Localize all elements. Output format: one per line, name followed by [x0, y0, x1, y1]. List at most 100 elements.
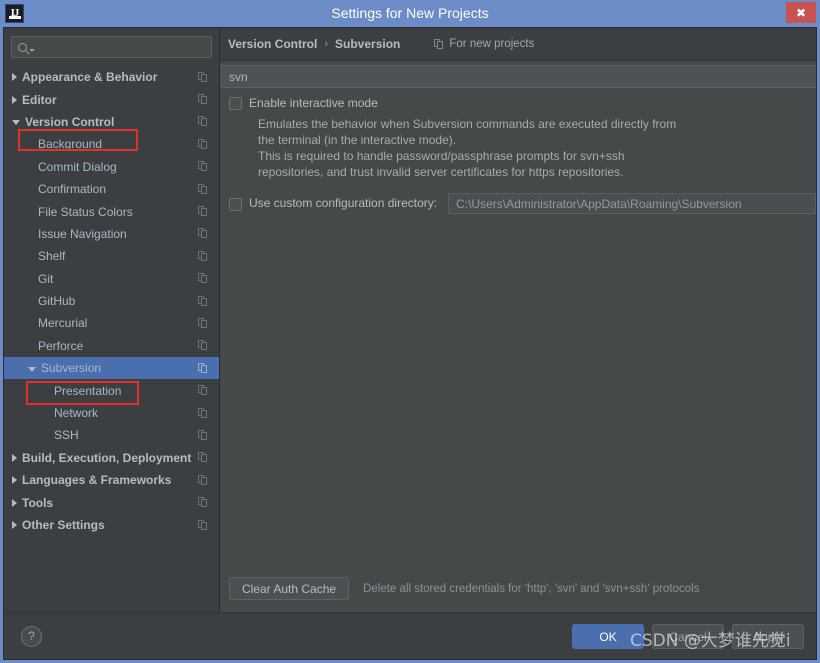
sidebar-item-git[interactable]: Git	[4, 268, 219, 290]
clear-auth-cache-description: Delete all stored credentials for 'http'…	[363, 582, 700, 595]
copy-settings-icon[interactable]	[198, 295, 208, 307]
copy-settings-icon[interactable]	[198, 250, 208, 262]
sidebar-item-mercurial[interactable]: Mercurial	[4, 312, 219, 334]
description-line: Emulates the behavior when Subversion co…	[258, 117, 677, 131]
chevron-down-icon[interactable]	[28, 366, 36, 372]
search-box[interactable]	[11, 36, 212, 58]
sidebar-item-label: Version Control	[25, 114, 115, 129]
copy-settings-icon[interactable]	[198, 183, 208, 195]
description-line: This is required to handle password/pass…	[258, 149, 625, 163]
sidebar-item-label: Background	[38, 137, 103, 152]
dialog-body: Appearance & Behavior Editor Version Contr…	[3, 27, 817, 660]
sidebar-item-subversion[interactable]: Subversion	[4, 357, 219, 380]
copy-settings-icon[interactable]	[198, 497, 208, 508]
dialog-button-group: OK Cancel Apply	[572, 624, 804, 649]
copy-settings-icon[interactable]	[198, 385, 208, 396]
custom-config-dir-input[interactable]: C:\Users\Administrator\AppData\Roaming\S…	[448, 193, 816, 214]
close-button[interactable]: ✖	[786, 2, 816, 23]
interactive-mode-description: Emulates the behavior when Subversion co…	[258, 116, 816, 180]
sidebar-item-label: Appearance & Behavior	[22, 70, 158, 85]
breadcrumb: Version Control › Subversion For new pro…	[220, 28, 816, 60]
sidebar-item-build-execution-deployment[interactable]: Build, Execution, Deployment	[4, 447, 219, 469]
chevron-right-icon[interactable]	[12, 476, 17, 485]
sidebar-item-appearance-behavior[interactable]: Appearance & Behavior	[4, 66, 219, 88]
copy-settings-icon[interactable]	[198, 474, 208, 486]
chevron-down-icon[interactable]	[12, 120, 20, 126]
copy-settings-icon[interactable]	[198, 407, 208, 419]
chevron-right-icon[interactable]	[12, 453, 17, 462]
sidebar-item-label: Tools	[22, 495, 54, 510]
settings-form: Enable interactive mode Emulates the beh…	[220, 88, 816, 214]
copy-settings-icon[interactable]	[198, 340, 208, 351]
copy-settings-icon[interactable]	[198, 429, 208, 441]
sidebar-item-editor[interactable]: Editor	[4, 88, 219, 110]
breadcrumb-parent[interactable]: Version Control	[228, 37, 317, 51]
chevron-right-icon[interactable]	[12, 95, 17, 104]
chevron-right-icon[interactable]	[12, 73, 17, 82]
sidebar-item-tools[interactable]: Tools	[4, 491, 219, 513]
sidebar-item-confirmation[interactable]: Confirmation	[4, 178, 219, 200]
copy-settings-icon[interactable]	[198, 94, 208, 105]
sidebar-item-other-settings[interactable]: Other Settings	[4, 514, 219, 536]
copy-settings-icon[interactable]	[198, 452, 208, 463]
sidebar-item-label: Editor	[22, 92, 57, 107]
copy-settings-icon[interactable]	[198, 362, 208, 374]
breadcrumb-separator-icon: ›	[324, 38, 329, 50]
sidebar-item-label: GitHub	[38, 294, 76, 309]
help-button[interactable]: ?	[21, 625, 42, 647]
title-bar: IJ Settings for New Projects ✖	[0, 0, 820, 27]
sidebar-item-background[interactable]: Background	[4, 133, 219, 155]
for-new-projects-scope[interactable]: For new projects	[434, 38, 534, 50]
search-icon	[18, 42, 27, 52]
settings-detail-panel: Version Control › Subversion For new pro…	[220, 28, 816, 612]
sidebar-item-label: Git	[38, 271, 54, 286]
copy-settings-icon[interactable]	[198, 273, 208, 284]
sidebar-item-label: Confirmation	[38, 182, 107, 197]
sidebar-item-commit-dialog[interactable]: Commit Dialog	[4, 156, 219, 178]
enable-interactive-mode-checkbox[interactable]	[229, 97, 242, 110]
chevron-right-icon[interactable]	[12, 521, 17, 529]
copy-settings-icon[interactable]	[198, 519, 208, 531]
ok-button[interactable]: OK	[572, 624, 644, 649]
description-line: the terminal (in the interactive mode).	[258, 133, 457, 147]
sidebar-item-shelf[interactable]: Shelf	[4, 245, 219, 267]
sidebar-item-file-status-colors[interactable]: File Status Colors	[4, 200, 219, 222]
sidebar-item-languages-frameworks[interactable]: Languages & Frameworks	[4, 469, 219, 491]
sidebar-item-label: SSH	[54, 428, 79, 443]
sidebar-item-presentation[interactable]: Presentation	[4, 379, 219, 401]
copy-settings-icon[interactable]	[198, 116, 208, 127]
enable-interactive-mode-label: Enable interactive mode	[249, 96, 378, 110]
use-custom-config-dir-checkbox[interactable]	[229, 197, 242, 211]
copy-settings-icon	[434, 38, 444, 50]
sidebar-item-ssh[interactable]: SSH	[4, 424, 219, 446]
apply-button[interactable]: Apply	[732, 624, 804, 649]
sidebar-item-perforce[interactable]: Perforce	[4, 335, 219, 357]
cancel-button[interactable]: Cancel	[652, 624, 724, 649]
sidebar-item-label: Build, Execution, Deployment	[22, 450, 192, 465]
sidebar-item-label: Languages & Frameworks	[22, 473, 172, 488]
search-input[interactable]	[35, 39, 211, 55]
for-new-projects-label: For new projects	[449, 38, 535, 50]
sidebar-item-network[interactable]: Network	[4, 402, 219, 424]
sidebar-item-github[interactable]: GitHub	[4, 290, 219, 312]
copy-settings-icon[interactable]	[198, 206, 208, 217]
sidebar-item-label: Shelf	[38, 249, 66, 264]
sidebar-item-issue-navigation[interactable]: Issue Navigation	[4, 223, 219, 245]
sidebar-item-version-control[interactable]: Version Control	[4, 111, 219, 133]
copy-settings-icon[interactable]	[198, 317, 208, 329]
copy-settings-icon[interactable]	[198, 138, 208, 150]
copy-settings-icon[interactable]	[198, 71, 208, 83]
clear-auth-cache-button[interactable]: Clear Auth Cache	[229, 577, 350, 600]
copy-settings-icon[interactable]	[198, 228, 208, 239]
svn-executable-path-input[interactable]: svn	[220, 65, 816, 88]
chevron-right-icon[interactable]	[12, 498, 17, 507]
copy-settings-icon[interactable]	[198, 161, 208, 172]
